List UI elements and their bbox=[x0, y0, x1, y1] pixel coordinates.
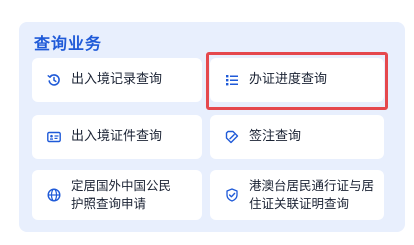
section-title: 查询业务 bbox=[34, 34, 103, 53]
card-label-line2: 护照查询申请 bbox=[71, 196, 147, 211]
card-label: 办证进度查询 bbox=[249, 72, 328, 87]
tag-icon bbox=[225, 130, 239, 144]
card-overseas-passport[interactable]: 定居国外中国公民 护照查询申请 bbox=[32, 170, 202, 220]
globe-icon bbox=[47, 188, 61, 202]
card-endorsement[interactable]: 签注查询 bbox=[210, 115, 384, 159]
card-application-progress[interactable]: 办证进度查询 bbox=[210, 58, 384, 102]
card-travel-document[interactable]: 出入境证件查询 bbox=[32, 115, 202, 159]
card-label: 出入境证件查询 bbox=[71, 129, 163, 144]
card-label-line2: 住证关联证明查询 bbox=[249, 196, 350, 211]
card-label: 定居国外中国公民 护照查询申请 bbox=[71, 177, 171, 213]
card-label-line1: 定居国外中国公民 bbox=[71, 178, 172, 193]
card-label: 签注查询 bbox=[249, 129, 302, 144]
list-icon bbox=[225, 73, 239, 87]
card-hk-macao-taiwan-permit[interactable]: 港澳台居民通行证与居 住证关联证明查询 bbox=[210, 170, 384, 220]
card-label: 港澳台居民通行证与居 住证关联证明查询 bbox=[249, 177, 374, 213]
id-card-icon bbox=[47, 130, 61, 144]
card-label-line1: 港澳台居民通行证与居 bbox=[249, 178, 375, 193]
shield-check-icon bbox=[225, 188, 239, 202]
history-clock-icon bbox=[47, 73, 61, 87]
card-entry-exit-records[interactable]: 出入境记录查询 bbox=[32, 58, 202, 102]
card-label: 出入境记录查询 bbox=[71, 72, 163, 87]
